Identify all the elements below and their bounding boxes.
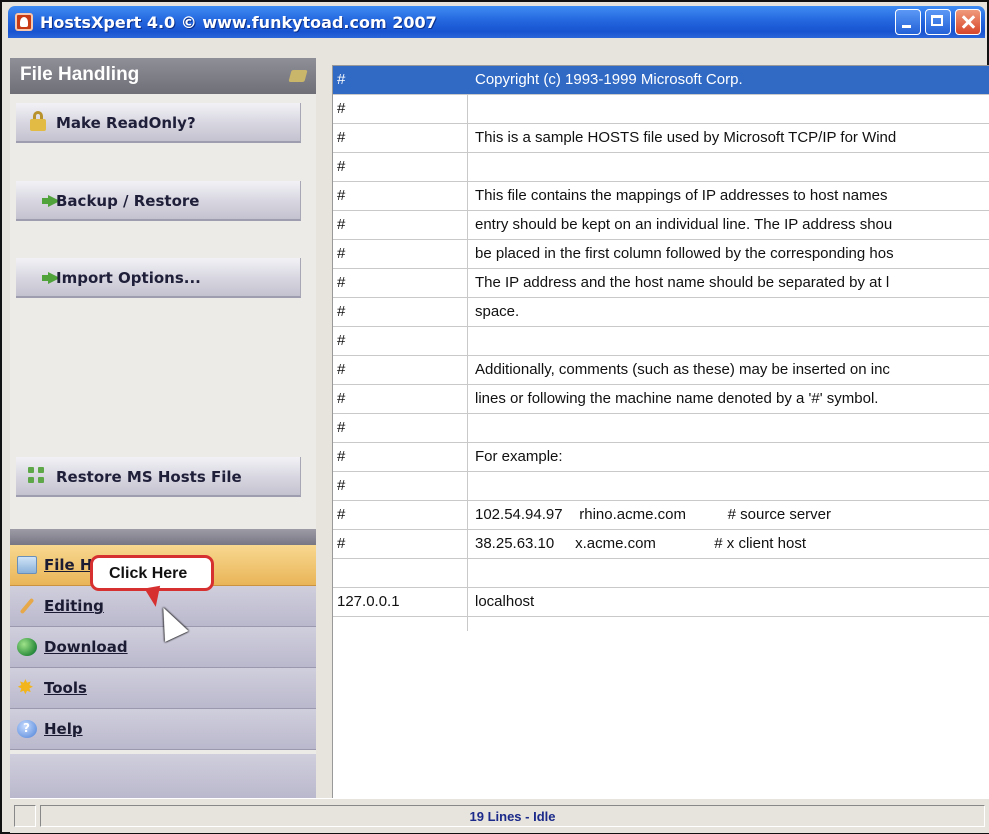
lock-icon xyxy=(30,111,46,131)
host-cell[interactable]: This is a sample HOSTS file used by Micr… xyxy=(475,129,896,146)
table-row[interactable]: #38.25.63.10 x.acme.com # x client host xyxy=(333,530,989,559)
host-cell[interactable]: The IP address and the host name should … xyxy=(475,274,889,291)
ip-cell[interactable]: # xyxy=(337,129,345,146)
host-cell[interactable]: entry should be kept on an individual li… xyxy=(475,216,892,233)
ip-cell[interactable]: # xyxy=(337,100,345,117)
nav-editing-label: Editing xyxy=(44,597,104,615)
host-cell[interactable]: space. xyxy=(475,303,519,320)
callout-pointer xyxy=(144,585,164,609)
panel-header: File Handling xyxy=(10,58,316,94)
help-icon xyxy=(17,720,37,738)
ip-cell[interactable]: # xyxy=(337,535,345,552)
host-cell[interactable]: localhost xyxy=(475,593,534,610)
wrench-icon xyxy=(17,597,37,615)
minimize-button[interactable] xyxy=(895,9,921,35)
nav-file-handling-label: File H xyxy=(44,556,93,574)
panel-pin-icon[interactable] xyxy=(288,70,308,82)
globe-icon xyxy=(17,638,37,656)
table-row[interactable]: # xyxy=(333,153,989,182)
star-burst-icon xyxy=(17,675,37,699)
ip-cell[interactable]: # xyxy=(337,419,345,436)
host-cell[interactable]: Copyright (c) 1993-1999 Microsoft Corp. xyxy=(475,71,743,88)
nav-tools[interactable]: Tools xyxy=(10,668,316,709)
table-row[interactable]: # entry should be kept on an individual l… xyxy=(333,211,989,240)
nav-tools-label: Tools xyxy=(44,679,87,697)
ip-cell[interactable]: # xyxy=(337,448,345,465)
ip-cell[interactable]: # xyxy=(337,216,345,233)
ip-cell[interactable]: # xyxy=(337,71,345,88)
table-row[interactable]: # be placed in the first column followed … xyxy=(333,240,989,269)
hosts-table[interactable]: # Copyright (c) 1993-1999 Microsoft Corp.… xyxy=(332,65,989,799)
table-row[interactable]: # The IP address and the host name should… xyxy=(333,269,989,298)
table-row[interactable]: # For example: xyxy=(333,443,989,472)
table-row[interactable]: # This file contains the mappings of IP a… xyxy=(333,182,989,211)
host-cell[interactable]: lines or following the machine name deno… xyxy=(475,390,878,407)
file-folder-icon xyxy=(17,556,37,574)
table-row[interactable] xyxy=(333,559,989,588)
status-panel-main: 19 Lines - Idle xyxy=(40,805,985,827)
table-row[interactable]: # xyxy=(333,472,989,501)
host-cell[interactable]: 102.54.94.97 rhino.acme.com # source ser… xyxy=(475,506,831,523)
ip-cell[interactable]: # xyxy=(337,506,345,523)
table-row[interactable]: # xyxy=(333,414,989,443)
table-row[interactable]: # xyxy=(333,95,989,124)
callout-text: Click Here xyxy=(109,565,188,582)
table-row[interactable]: # space. xyxy=(333,298,989,327)
host-cell[interactable]: This file contains the mappings of IP ad… xyxy=(475,187,887,204)
make-readonly-button[interactable]: Make ReadOnly? xyxy=(16,103,301,143)
panel-splitter[interactable] xyxy=(316,58,332,798)
host-cell[interactable]: For example: xyxy=(475,448,563,465)
ip-cell[interactable]: 127.0.0.1 xyxy=(337,593,400,610)
restore-ms-hosts-button[interactable]: Restore MS Hosts File xyxy=(16,457,301,497)
ip-cell[interactable]: # xyxy=(337,274,345,291)
ip-cell[interactable]: # xyxy=(337,245,345,262)
click-here-callout: Click Here xyxy=(90,555,214,591)
backup-restore-button[interactable]: Backup / Restore xyxy=(16,181,301,221)
host-cell[interactable]: be placed in the first column followed b… xyxy=(475,245,894,262)
window-title: HostsXpert 4.0 © www.funkytoad.com 2007 xyxy=(40,13,437,32)
ip-cell[interactable]: # xyxy=(337,361,345,378)
ip-cell[interactable]: # xyxy=(337,158,345,175)
table-row[interactable]: #102.54.94.97 rhino.acme.com # source se… xyxy=(333,501,989,530)
panel-title: File Handling xyxy=(20,64,140,85)
backup-restore-label: Backup / Restore xyxy=(56,192,200,210)
status-panel-left xyxy=(14,805,36,827)
ip-cell[interactable]: # xyxy=(337,187,345,204)
nav-download-label: Download xyxy=(44,638,128,656)
table-row[interactable]: # Additionally, comments (such as these) … xyxy=(333,356,989,385)
import-options-label: Import Options... xyxy=(56,269,201,287)
ip-cell[interactable]: # xyxy=(337,390,345,407)
close-button[interactable] xyxy=(955,9,981,35)
table-row[interactable]: # Copyright (c) 1993-1999 Microsoft Corp. xyxy=(333,66,989,95)
ip-cell[interactable]: # xyxy=(337,332,345,349)
status-text: 19 Lines - Idle xyxy=(469,809,556,824)
nav-empty-area xyxy=(10,754,316,798)
nav-splitter[interactable] xyxy=(10,529,316,545)
ip-cell[interactable]: # xyxy=(337,303,345,320)
host-cell[interactable]: 38.25.63.10 x.acme.com # x client host xyxy=(475,535,806,552)
table-row[interactable]: 127.0.0.1 localhost xyxy=(333,588,989,617)
restore-dots-icon xyxy=(28,467,46,485)
status-bar: 19 Lines - Idle xyxy=(10,798,989,833)
table-row[interactable]: # lines or following the machine name den… xyxy=(333,385,989,414)
table-row[interactable]: # This is a sample HOSTS file used by Mic… xyxy=(333,124,989,153)
title-bar[interactable]: HostsXpert 4.0 © www.funkytoad.com 2007 xyxy=(8,6,985,38)
maximize-button[interactable] xyxy=(925,9,951,35)
nav-help-label: Help xyxy=(44,720,83,738)
restore-ms-hosts-label: Restore MS Hosts File xyxy=(56,468,242,486)
nav-help[interactable]: Help xyxy=(10,709,316,750)
import-options-button[interactable]: Import Options... xyxy=(16,258,301,298)
table-row[interactable]: # xyxy=(333,327,989,356)
make-readonly-label: Make ReadOnly? xyxy=(56,114,196,132)
host-cell[interactable]: Additionally, comments (such as these) m… xyxy=(475,361,890,378)
app-icon[interactable] xyxy=(15,13,33,31)
app-window: HostsXpert 4.0 © www.funkytoad.com 2007 … xyxy=(0,0,989,834)
ip-cell[interactable]: # xyxy=(337,477,345,494)
